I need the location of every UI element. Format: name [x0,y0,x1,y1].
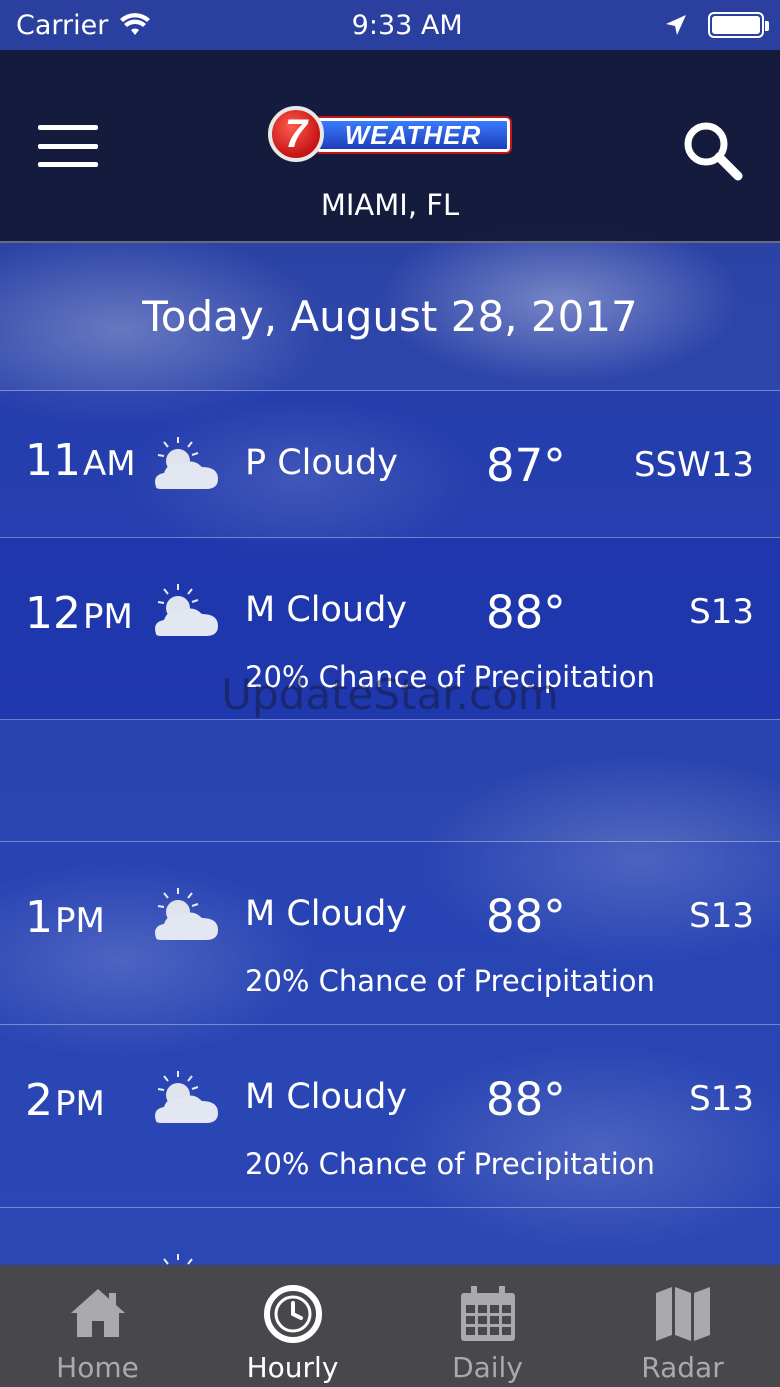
location-label: MIAMI, FL [320,188,460,222]
hour-ampm: PM [83,597,133,637]
hour-time-value: 2 [25,1075,53,1126]
tab-daily[interactable]: Daily [390,1265,585,1387]
logo: WEATHER 7 [268,106,512,162]
status-bar: Carrier 9:33 AM [0,0,780,50]
hour-time: 11AM [25,435,136,486]
tab-label: Home [56,1351,139,1384]
hour-temperature: 88° [486,890,566,943]
partly-cloudy-icon [155,437,218,489]
hour-wind: S13 [689,896,754,936]
carrier-label: Carrier [16,9,109,41]
battery-icon [707,12,769,38]
menu-icon-bar [38,125,98,130]
hour-condition: M Cloudy [245,894,408,934]
tab-radar[interactable]: Radar [585,1265,780,1387]
search-icon [684,122,743,181]
menu-button[interactable] [38,125,98,167]
status-time: 9:33 AM [351,9,463,41]
hour-ampm: PM [55,901,105,941]
tab-hourly[interactable]: Hourly [195,1265,390,1387]
hour-ampm: AM [83,444,136,484]
menu-icon-bar [38,143,98,149]
hour-temperature: 88° [486,586,566,639]
search-button[interactable] [680,118,744,182]
hour-precipitation: 20% Chance of Precipitation [245,1147,655,1181]
home-icon [70,1289,125,1337]
hour-time-value: 1 [25,892,53,943]
clock-icon [263,1285,322,1343]
hour-time: 1PM [25,892,105,943]
hour-wind: SSW13 [633,445,754,485]
hour-temperature: 88° [486,1073,566,1126]
hour-time-value: 12 [25,588,81,639]
hour-precipitation: 20% Chance of Precipitation [245,660,655,694]
hour-time-value: 11 [25,435,81,486]
hour-wind: S13 [689,1079,754,1119]
hour-condition: M Cloudy [245,590,408,630]
battery-fill [711,16,760,34]
hour-wind: S13 [689,592,754,632]
hour-time: 12PM [25,588,133,639]
logo-circle: 7 [268,106,324,162]
hour-temperature: 87° [486,439,566,492]
hour-row[interactable]: 12PM M Cloudy 88° S13 20% Chance of Prec… [0,538,780,720]
calendar-icon [460,1286,515,1341]
wifi-icon [120,13,151,35]
hour-condition: M Cloudy [245,1077,408,1117]
tab-home[interactable]: Home [0,1265,195,1387]
hour-row[interactable]: 2PM M Cloudy 88° S13 20% Chance of Preci… [0,1025,780,1208]
partly-cloudy-icon [155,888,218,940]
status-right [664,12,769,38]
app-header: WEATHER 7 MIAMI, FL [0,50,780,243]
hour-row[interactable]: 1PM M Cloudy 88° S13 20% Chance of Preci… [0,842,780,1025]
tab-label: Radar [641,1351,724,1384]
tab-bar: Home Hourly Daily Radar [0,1265,780,1387]
hour-row[interactable]: 11AM P Cloudy 87° SSW13 [0,391,780,538]
partly-cloudy-icon [155,1071,218,1123]
empty-row [0,720,780,842]
status-left: Carrier [16,9,151,41]
tab-label: Hourly [246,1351,339,1384]
hour-time: 2PM [25,1075,105,1126]
map-icon [655,1287,710,1341]
tab-label: Daily [452,1351,523,1384]
location-arrow-icon [665,15,686,35]
date-header: Today, August 28, 2017 [0,243,780,391]
hour-precipitation: 20% Chance of Precipitation [245,964,655,998]
hour-condition: P Cloudy [245,443,398,483]
hour-row-partial[interactable] [0,1208,780,1265]
partly-cloudy-icon [155,584,218,636]
menu-icon-bar [38,162,98,167]
hour-ampm: PM [55,1084,105,1124]
logo-word: WEATHER [316,118,510,152]
